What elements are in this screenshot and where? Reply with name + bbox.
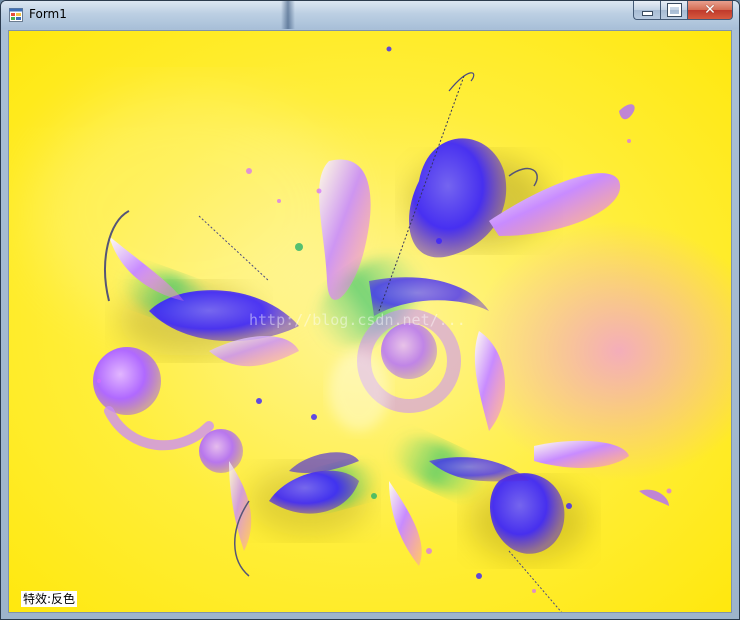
form-client-area: http://blog.csdn.net/... 特效:反色 <box>8 30 732 613</box>
form1-window: Form1 ✕ http://blog.csdn.net/... 特效:反色 <box>0 0 740 620</box>
window-controls: ✕ <box>633 1 733 21</box>
effect-label: 特效:反色 <box>21 591 78 607</box>
watermark-text: http://blog.csdn.net/... <box>249 311 466 329</box>
minimize-button[interactable] <box>633 1 660 20</box>
maximize-button[interactable] <box>660 1 687 20</box>
close-icon: ✕ <box>704 2 716 18</box>
maximize-icon <box>667 4 681 16</box>
window-title: Form1 <box>29 7 67 21</box>
title-bar[interactable]: Form1 ✕ <box>1 1 739 29</box>
minimize-icon <box>641 11 653 16</box>
app-icon <box>9 8 23 22</box>
artwork-picture: http://blog.csdn.net/... <box>9 31 731 612</box>
close-button[interactable]: ✕ <box>687 1 733 20</box>
